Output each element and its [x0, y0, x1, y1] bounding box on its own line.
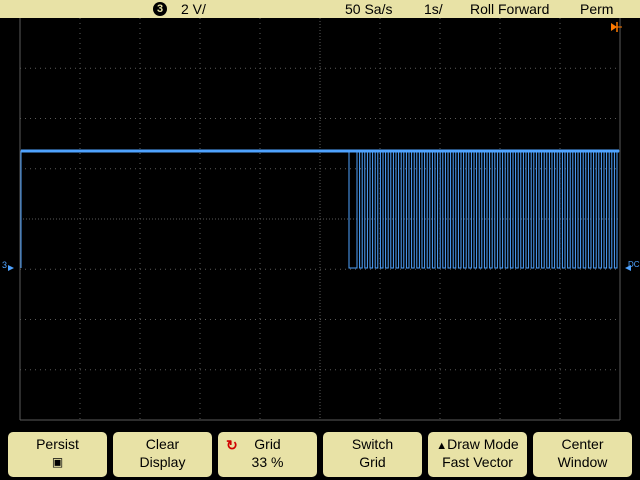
- persistence-indicator: Perm: [580, 1, 614, 17]
- acquisition-mode: Roll Forward: [470, 1, 550, 17]
- grid-intensity-softkey[interactable]: ↻ Grid 33 %: [218, 432, 317, 477]
- sample-rate: 50 Sa/s: [345, 1, 393, 17]
- trigger-coupling-label: DC: [628, 260, 640, 269]
- center-window-softkey[interactable]: Center Window: [533, 432, 632, 477]
- channel-ground-label: 3: [2, 260, 7, 270]
- status-bar: 3 2 V/ 50 Sa/s 1s/ Roll Forward Perm: [0, 0, 640, 18]
- time-per-div: 1s/: [424, 1, 443, 17]
- channel-ground-arrow-icon: [8, 265, 14, 271]
- persist-indicator-icon: ▣: [51, 455, 64, 469]
- channel-3-badge: 3: [153, 2, 167, 16]
- draw-mode-softkey[interactable]: ▲Draw Mode Fast Vector: [428, 432, 527, 477]
- grid-lines: [19, 18, 621, 421]
- softkey-bar: Persist ▣ Clear Display ↻ Grid 33 % Swit…: [0, 426, 640, 480]
- triangle-up-icon: ▲: [436, 440, 448, 452]
- waveform-display: 3 DC: [0, 18, 640, 426]
- clear-display-softkey[interactable]: Clear Display: [113, 432, 212, 477]
- switch-grid-softkey[interactable]: Switch Grid: [323, 432, 422, 477]
- volts-per-div: 2 V/: [181, 1, 206, 17]
- persist-softkey[interactable]: Persist ▣: [8, 432, 107, 477]
- graticule: 3 DC: [2, 18, 640, 421]
